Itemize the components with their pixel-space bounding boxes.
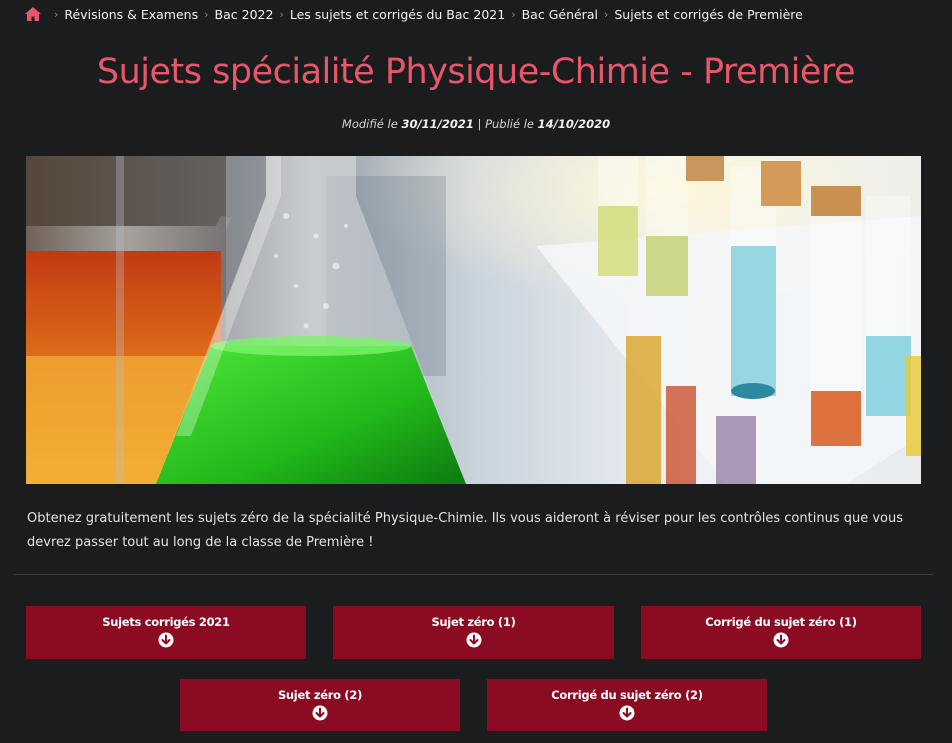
hero-image <box>26 156 921 484</box>
button-label: Sujets corrigés 2021 <box>102 615 230 629</box>
download-arrow-icon <box>312 705 328 721</box>
breadcrumb-separator: › <box>511 7 516 21</box>
breadcrumb-item-sujets-bac-2021[interactable]: Les sujets et corrigés du Bac 2021 <box>290 7 505 22</box>
download-arrow-icon <box>158 632 174 648</box>
breadcrumb: › Révisions & Examens › Bac 2022 › Les s… <box>24 5 803 23</box>
breadcrumb-separator: › <box>603 7 609 21</box>
breadcrumb-separator: › <box>204 7 209 21</box>
breadcrumb-item-premiere[interactable]: Sujets et corrigés de Première <box>614 7 803 22</box>
home-icon[interactable] <box>24 6 42 22</box>
section-divider <box>14 574 933 575</box>
download-sujet-zero-1-button[interactable]: Sujet zéro (1) <box>333 606 614 659</box>
download-arrow-icon <box>466 632 481 648</box>
lab-glassware-illustration <box>26 156 921 484</box>
download-arrow-icon <box>619 705 635 721</box>
breadcrumb-item-bac-2022[interactable]: Bac 2022 <box>215 7 274 22</box>
breadcrumb-separator: › <box>279 7 284 21</box>
breadcrumb-item-bac-general[interactable]: Bac Général <box>522 7 598 22</box>
published-label: Publié le <box>485 117 534 131</box>
download-corrige-sujet-zero-2-button[interactable]: Corrigé du sujet zéro (2) <box>487 679 767 731</box>
published-date: 14/10/2020 <box>537 117 611 131</box>
modified-date: 30/11/2021 <box>401 117 474 131</box>
download-corrige-sujet-zero-1-button[interactable]: Corrigé du sujet zéro (1) <box>641 606 921 659</box>
button-label: Sujet zéro (1) <box>431 615 516 629</box>
breadcrumb-separator: › <box>54 7 59 21</box>
download-sujet-zero-2-button[interactable]: Sujet zéro (2) <box>180 679 460 731</box>
button-label: Corrigé du sujet zéro (1) <box>705 615 857 629</box>
button-label: Corrigé du sujet zéro (2) <box>551 688 703 702</box>
meta-separator: | <box>477 117 482 131</box>
breadcrumb-item-revisions[interactable]: Révisions & Examens <box>64 7 198 22</box>
intro-paragraph: Obtenez gratuitement les sujets zéro de … <box>27 511 903 550</box>
download-sujets-corriges-2021-button[interactable]: Sujets corrigés 2021 <box>26 606 306 659</box>
button-label: Sujet zéro (2) <box>277 688 363 702</box>
page-title: Sujets spécialité Physique-Chimie - Prem… <box>96 52 856 92</box>
publication-meta: Modifié le 30/11/2021 | Publié le 14/10/… <box>0 117 952 131</box>
download-arrow-icon <box>773 632 789 648</box>
modified-label: Modifié le <box>341 117 398 131</box>
